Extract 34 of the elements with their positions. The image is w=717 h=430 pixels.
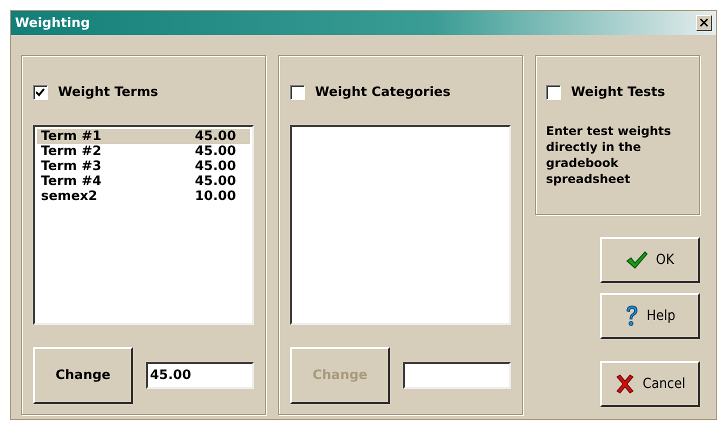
- window-title: Weighting: [15, 16, 90, 30]
- change-button[interactable]: Change: [33, 347, 133, 404]
- list-item[interactable]: Term #4 45.00: [37, 174, 250, 189]
- item-value: 45.00: [194, 159, 236, 174]
- item-name: Term #1: [41, 129, 102, 144]
- checkbox-label[interactable]: Weight Categories: [315, 84, 450, 100]
- checkmark-icon: [626, 251, 648, 269]
- list-item[interactable]: Term #2 45.00: [37, 144, 250, 159]
- item-name: Term #2: [41, 144, 102, 159]
- help-button[interactable]: Help: [600, 293, 700, 339]
- list-box[interactable]: Term #1 45.00 Term #2 45.00 Term #3 45.00 Term #4 45.00 semex2 10.00: [33, 125, 254, 325]
- value-field[interactable]: 45.00: [146, 362, 254, 389]
- checkbox-label[interactable]: Weight Tests: [571, 84, 666, 100]
- ok-button[interactable]: OK: [600, 237, 700, 283]
- cross-icon: [614, 374, 635, 394]
- checkbox-label[interactable]: Weight Terms: [58, 84, 158, 100]
- close-button[interactable]: ×: [696, 15, 712, 31]
- question-mark-icon: [624, 305, 639, 327]
- note-text: Enter test weights directly in the gradebook spreadsheet: [546, 123, 672, 187]
- item-value: 45.00: [194, 129, 236, 144]
- checkbox[interactable]: [546, 84, 561, 100]
- item-name: Term #4: [41, 174, 102, 189]
- cancel-button[interactable]: Cancel: [600, 361, 700, 407]
- value-field[interactable]: [403, 362, 511, 389]
- item-name: Term #3: [41, 159, 102, 174]
- item-name: semex2: [41, 189, 98, 204]
- checkbox[interactable]: [290, 84, 305, 100]
- item-value: 10.00: [194, 189, 236, 204]
- item-value: 45.00: [194, 144, 236, 159]
- item-value: 45.00: [194, 174, 236, 189]
- checkbox[interactable]: [33, 84, 48, 100]
- list-item[interactable]: Term #3 45.00: [37, 159, 250, 174]
- list-item[interactable]: semex2 10.00: [37, 189, 250, 204]
- list-item[interactable]: Term #1 45.00: [37, 129, 250, 144]
